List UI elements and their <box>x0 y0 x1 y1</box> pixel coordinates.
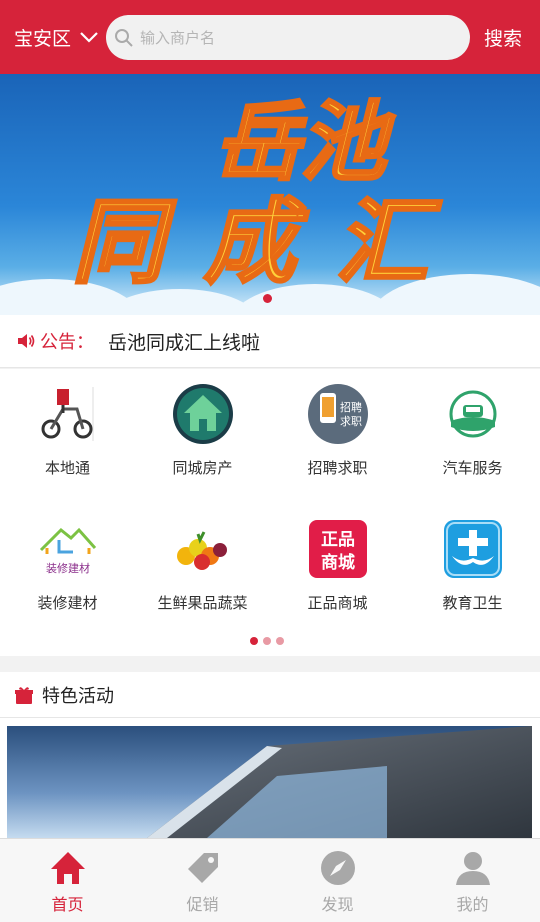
home-icon <box>50 852 85 884</box>
user-icon <box>455 852 490 885</box>
category-label: 生鲜果品蔬菜 <box>157 594 248 612</box>
tab-discover[interactable]: 发现 <box>270 839 405 922</box>
recruitment-icon: 招聘 求职 <box>307 384 368 444</box>
district-selector[interactable]: 宝安区 <box>14 22 99 52</box>
category-grid: 本地通 同城房产 招聘 求职 招聘求职 汽车服务 装修建材 装修建材 生鲜果品蔬… <box>0 369 540 656</box>
top-bar: 宝安区 搜索 <box>0 0 540 74</box>
category-label: 招聘求职 <box>307 459 368 477</box>
svg-text:求职: 求职 <box>340 415 362 428</box>
tab-label: 发现 <box>321 895 354 914</box>
category-label: 同城房产 <box>172 459 233 477</box>
tab-label: 促销 <box>186 895 219 914</box>
category-item[interactable]: 本地通 <box>0 383 135 493</box>
gift-icon <box>15 686 33 704</box>
bottom-tab-bar: 首页 促销 发现 我的 <box>0 838 540 922</box>
search-input[interactable] <box>140 28 440 47</box>
announcement-bar[interactable]: 公告： 岳池同成汇上线啦 <box>0 315 540 368</box>
search-button[interactable]: 搜索 <box>484 24 522 51</box>
svg-text:商城: 商城 <box>321 552 355 573</box>
pager-dot[interactable] <box>263 637 271 645</box>
featured-section <box>0 718 540 838</box>
category-item[interactable]: 汽车服务 <box>405 383 540 493</box>
featured-header: 特色活动 <box>0 672 540 718</box>
category-item[interactable]: 同城房产 <box>135 383 270 493</box>
category-item[interactable]: 教育卫生 <box>405 518 540 628</box>
decoration-icon: 装修建材 <box>39 527 96 575</box>
banner-image: 岳池 同成汇 <box>70 91 468 298</box>
search-bar[interactable] <box>106 15 470 60</box>
compass-icon <box>320 851 355 885</box>
fruit-icon <box>176 531 227 570</box>
mall-icon: 正品 商城 <box>308 520 367 578</box>
category-label: 教育卫生 <box>442 594 503 612</box>
category-item[interactable]: 生鲜果品蔬菜 <box>135 518 270 628</box>
carousel-indicator[interactable] <box>263 294 272 303</box>
chevron-down-icon <box>80 32 98 43</box>
tab-profile[interactable]: 我的 <box>405 839 540 922</box>
announcement-label: 公告： <box>40 332 94 353</box>
banner-line1: 岳池 <box>214 92 396 193</box>
pager-dot[interactable] <box>276 637 284 645</box>
district-label: 宝安区 <box>14 27 72 50</box>
education-icon <box>443 520 502 578</box>
category-label: 正品商城 <box>307 594 368 612</box>
house-icon <box>172 384 233 444</box>
tab-promotions[interactable]: 促销 <box>135 839 270 922</box>
announcement-text: 岳池同成汇上线啦 <box>108 331 261 354</box>
category-item[interactable]: 招聘 求职 招聘求职 <box>270 383 405 493</box>
svg-text:装修建材: 装修建材 <box>46 561 90 575</box>
tab-home[interactable]: 首页 <box>0 839 135 922</box>
featured-title: 特色活动 <box>42 685 114 707</box>
banner-line2: 同成汇 <box>72 188 468 296</box>
category-item[interactable]: 正品 商城 正品商城 <box>270 518 405 628</box>
pager-dot-active[interactable] <box>250 637 258 645</box>
svg-text:正品: 正品 <box>321 530 355 550</box>
scooter-icon <box>41 387 93 441</box>
tag-icon <box>187 853 218 883</box>
banner-carousel[interactable]: 岳池 同成汇 <box>0 74 540 315</box>
tab-label: 我的 <box>456 895 489 914</box>
category-label: 本地通 <box>44 459 90 477</box>
tab-label: 首页 <box>51 895 84 914</box>
svg-text:招聘: 招聘 <box>340 400 362 414</box>
category-label: 装修建材 <box>37 594 98 612</box>
category-item[interactable]: 装修建材 装修建材 <box>0 518 135 628</box>
car-icon <box>449 390 496 438</box>
search-icon <box>115 28 133 47</box>
featured-image[interactable] <box>7 726 532 838</box>
category-pager[interactable] <box>250 637 284 645</box>
category-label: 汽车服务 <box>442 459 503 477</box>
speaker-icon <box>18 334 35 348</box>
